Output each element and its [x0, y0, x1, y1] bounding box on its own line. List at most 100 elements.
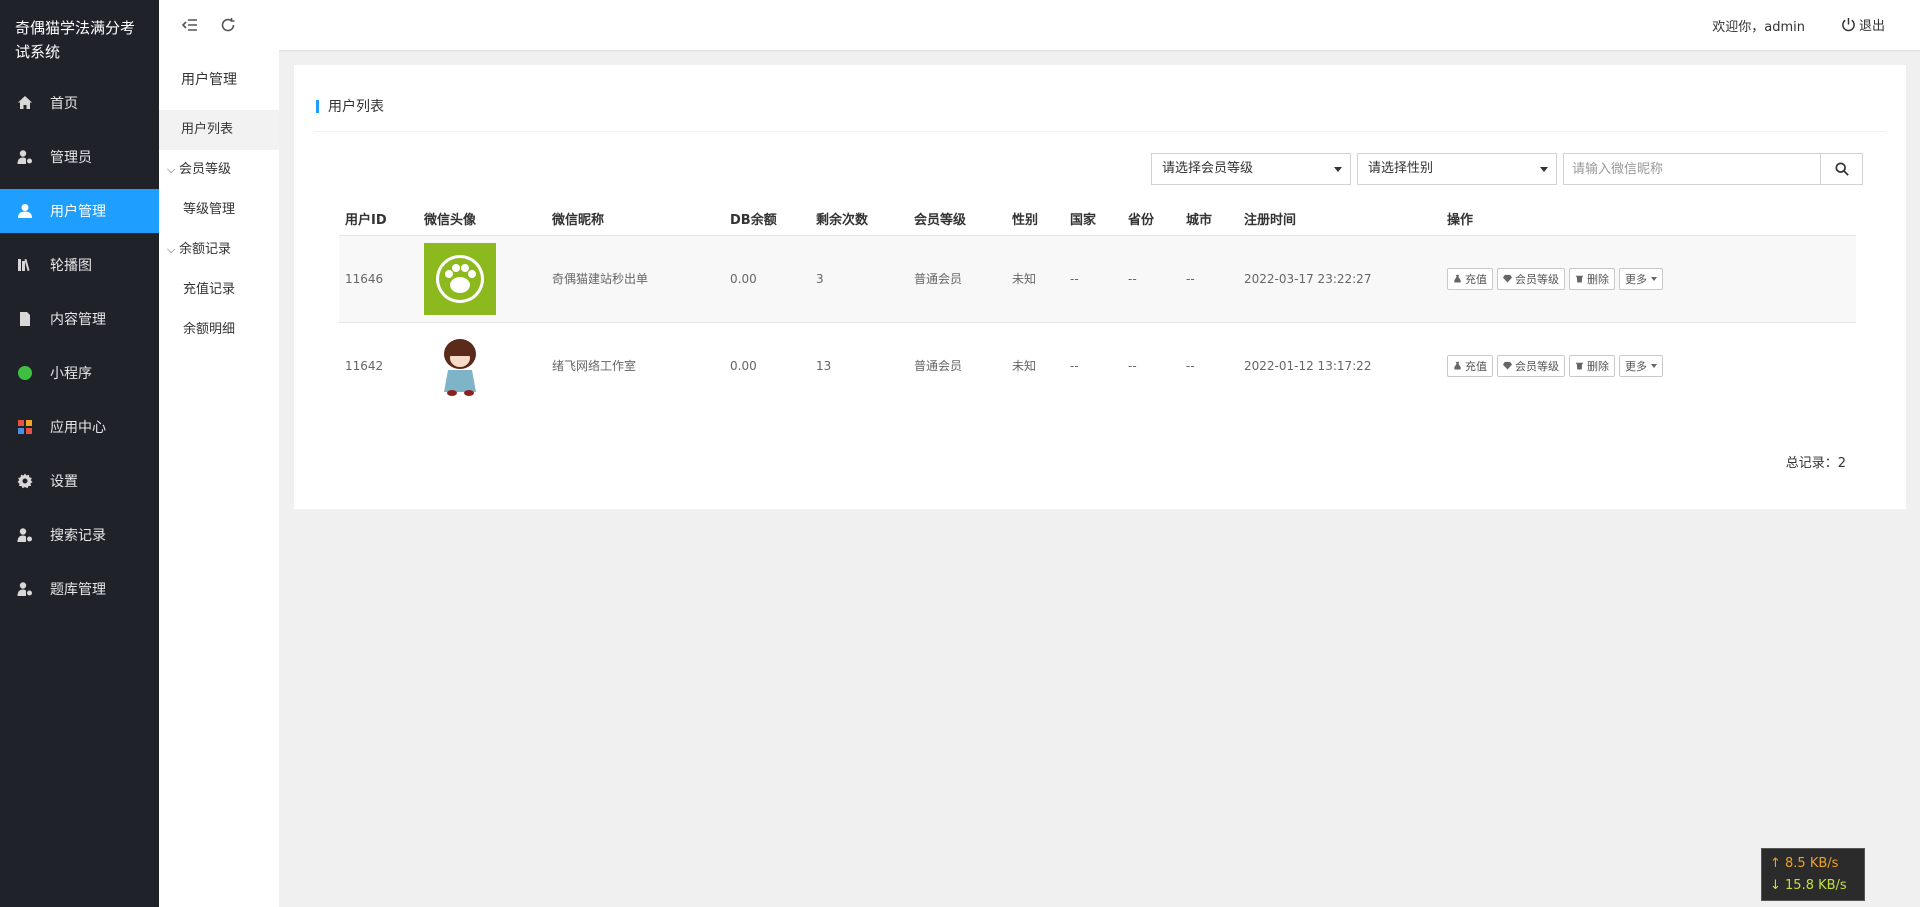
subnav-group-member-level[interactable]: ⌵ 会员等级	[159, 150, 279, 190]
menu-item-carousel[interactable]: 轮播图	[0, 243, 159, 287]
caret-down-icon	[1334, 167, 1342, 172]
subnav-group-balance-records[interactable]: ⌵ 余额记录	[159, 230, 279, 270]
cell-avatar	[418, 235, 546, 323]
trash-icon	[1575, 363, 1584, 370]
menu-item-apps[interactable]: 应用中心	[0, 405, 159, 449]
cell-gender: 未知	[1006, 235, 1064, 323]
more-dropdown-button[interactable]: 更多	[1619, 267, 1663, 290]
column-header: 省份	[1122, 203, 1180, 236]
menu-item-home[interactable]: 首页	[0, 81, 159, 125]
subnav-item-balance-detail[interactable]: 余额明细	[159, 310, 279, 350]
menu-item-label: 首页	[50, 96, 78, 112]
power-icon	[1842, 17, 1855, 32]
cell-city: --	[1186, 358, 1195, 373]
menu-item-label: 题库管理	[50, 582, 106, 598]
column-header: 性别	[1006, 203, 1064, 236]
diamond-icon	[1503, 362, 1512, 370]
column-header: 剩余次数	[810, 203, 908, 236]
user-gear-icon	[16, 148, 34, 166]
menu-item-content[interactable]: 内容管理	[0, 297, 159, 341]
member-level-button[interactable]: 会员等级	[1497, 267, 1565, 290]
table-row[interactable]: 11642 绪飞网络工作室 0.00 13 普通会员 未知 -- -- -- 2…	[339, 322, 1856, 409]
member-level-button[interactable]: 会员等级	[1497, 354, 1565, 377]
column-header: 微信昵称	[546, 203, 724, 236]
subnav-item-recharge-records[interactable]: 充值记录	[159, 270, 279, 310]
download-speed: ↓ 15.8 KB/s	[1770, 878, 1847, 893]
collapse-menu-icon[interactable]	[179, 14, 201, 36]
logout-label: 退出	[1858, 19, 1885, 34]
network-speed-widget: ↑ 8.5 KB/s ↓ 15.8 KB/s	[1761, 848, 1865, 901]
cell-actions: 充值 会员等级 删除 更多	[1441, 322, 1856, 409]
avatar	[424, 242, 496, 315]
column-header: 注册时间	[1238, 203, 1441, 236]
search-icon	[1834, 162, 1849, 176]
cell-level: 普通会员	[914, 359, 963, 374]
member-level-label: 会员等级	[1515, 272, 1559, 286]
avatar	[424, 329, 496, 402]
money-bag-icon	[1454, 362, 1461, 370]
caret-down-icon	[1651, 363, 1657, 368]
gender-select[interactable]: 请选择性别	[1357, 153, 1557, 185]
menu-item-label: 内容管理	[50, 312, 106, 328]
cell-remaining: 3	[810, 235, 908, 323]
menu-item-miniprogram[interactable]: 小程序	[0, 351, 159, 395]
cell-actions: 充值 会员等级 删除 更多	[1441, 235, 1856, 323]
user-gear-icon	[16, 580, 34, 598]
cell-province: --	[1122, 235, 1180, 323]
subnav-item-user-list[interactable]: 用户列表	[159, 110, 279, 150]
search-button[interactable]	[1821, 153, 1863, 185]
more-dropdown-button[interactable]: 更多	[1619, 354, 1663, 377]
cell-user-id: 11642	[345, 358, 384, 373]
menu-item-users[interactable]: 用户管理	[0, 189, 159, 233]
member-level-select[interactable]: 请选择会员等级	[1151, 153, 1351, 185]
menu-item-label: 设置	[50, 474, 78, 490]
cell-country: --	[1064, 235, 1122, 323]
cell-country: --	[1070, 358, 1079, 373]
column-header: DB余额	[724, 203, 810, 236]
column-header: 微信头像	[418, 203, 546, 236]
user-icon	[16, 202, 34, 220]
recharge-button[interactable]: 充值	[1447, 354, 1493, 377]
top-header: 欢迎你，admin 退出	[159, 0, 1920, 50]
filter-bar: 请选择会员等级 请选择性别	[1151, 153, 1863, 187]
trash-icon	[1575, 275, 1584, 283]
logout-button[interactable]: 退出	[1841, 15, 1885, 34]
user-table: 用户ID 微信头像 微信昵称 DB余额 剩余次数 会员等级 性别 国家 省份 城…	[339, 203, 1856, 409]
nickname-search-input[interactable]	[1563, 153, 1821, 185]
cell-balance: 0.00	[724, 235, 810, 323]
subnav-title: 用户管理	[181, 72, 237, 88]
main-menu: 首页 管理员 用户管理 轮播图 内容管理 小程序 应用中心 设置 搜索记录 题库…	[0, 81, 159, 611]
cell-nickname: 绪飞网络工作室	[552, 359, 637, 374]
caret-down-icon	[1540, 167, 1548, 172]
column-header: 会员等级	[908, 203, 1006, 236]
document-icon	[16, 310, 34, 328]
cell-province: --	[1128, 358, 1137, 373]
table-row[interactable]: 11646 奇偶猫建站秒出单 0.00 3 普通会员 未知 -- -- -- 2…	[339, 235, 1856, 323]
subnav-item-level-manage[interactable]: 等级管理	[159, 190, 279, 230]
menu-item-label: 小程序	[50, 366, 92, 382]
menu-item-admins[interactable]: 管理员	[0, 135, 159, 179]
cell-city: --	[1180, 235, 1238, 323]
menu-item-label: 管理员	[50, 150, 92, 166]
recharge-button[interactable]: 充值	[1447, 267, 1493, 290]
apps-icon	[16, 418, 34, 436]
card-header: 用户列表	[314, 90, 1886, 132]
refresh-icon[interactable]	[217, 14, 239, 36]
menu-item-question-bank[interactable]: 题库管理	[0, 567, 159, 611]
subnav-group-label: 会员等级	[179, 162, 232, 177]
menu-item-search-records[interactable]: 搜索记录	[0, 513, 159, 557]
cell-registered: 2022-01-12 13:17:22	[1244, 358, 1372, 373]
delete-button[interactable]: 删除	[1569, 267, 1615, 290]
card-title: 用户列表	[328, 99, 384, 115]
more-label: 更多	[1625, 359, 1647, 373]
welcome-text: 欢迎你，admin	[1712, 20, 1805, 35]
menu-item-settings[interactable]: 设置	[0, 459, 159, 503]
recharge-label: 充值	[1465, 272, 1487, 286]
menu-item-label: 轮播图	[50, 258, 92, 274]
cell-gender: 未知	[1012, 359, 1037, 374]
member-level-label: 会员等级	[1515, 359, 1559, 373]
caret-down-icon	[1651, 276, 1657, 281]
column-header: 用户ID	[339, 203, 418, 236]
chevron-down-icon: ⌵	[167, 163, 176, 176]
delete-button[interactable]: 删除	[1569, 354, 1615, 377]
